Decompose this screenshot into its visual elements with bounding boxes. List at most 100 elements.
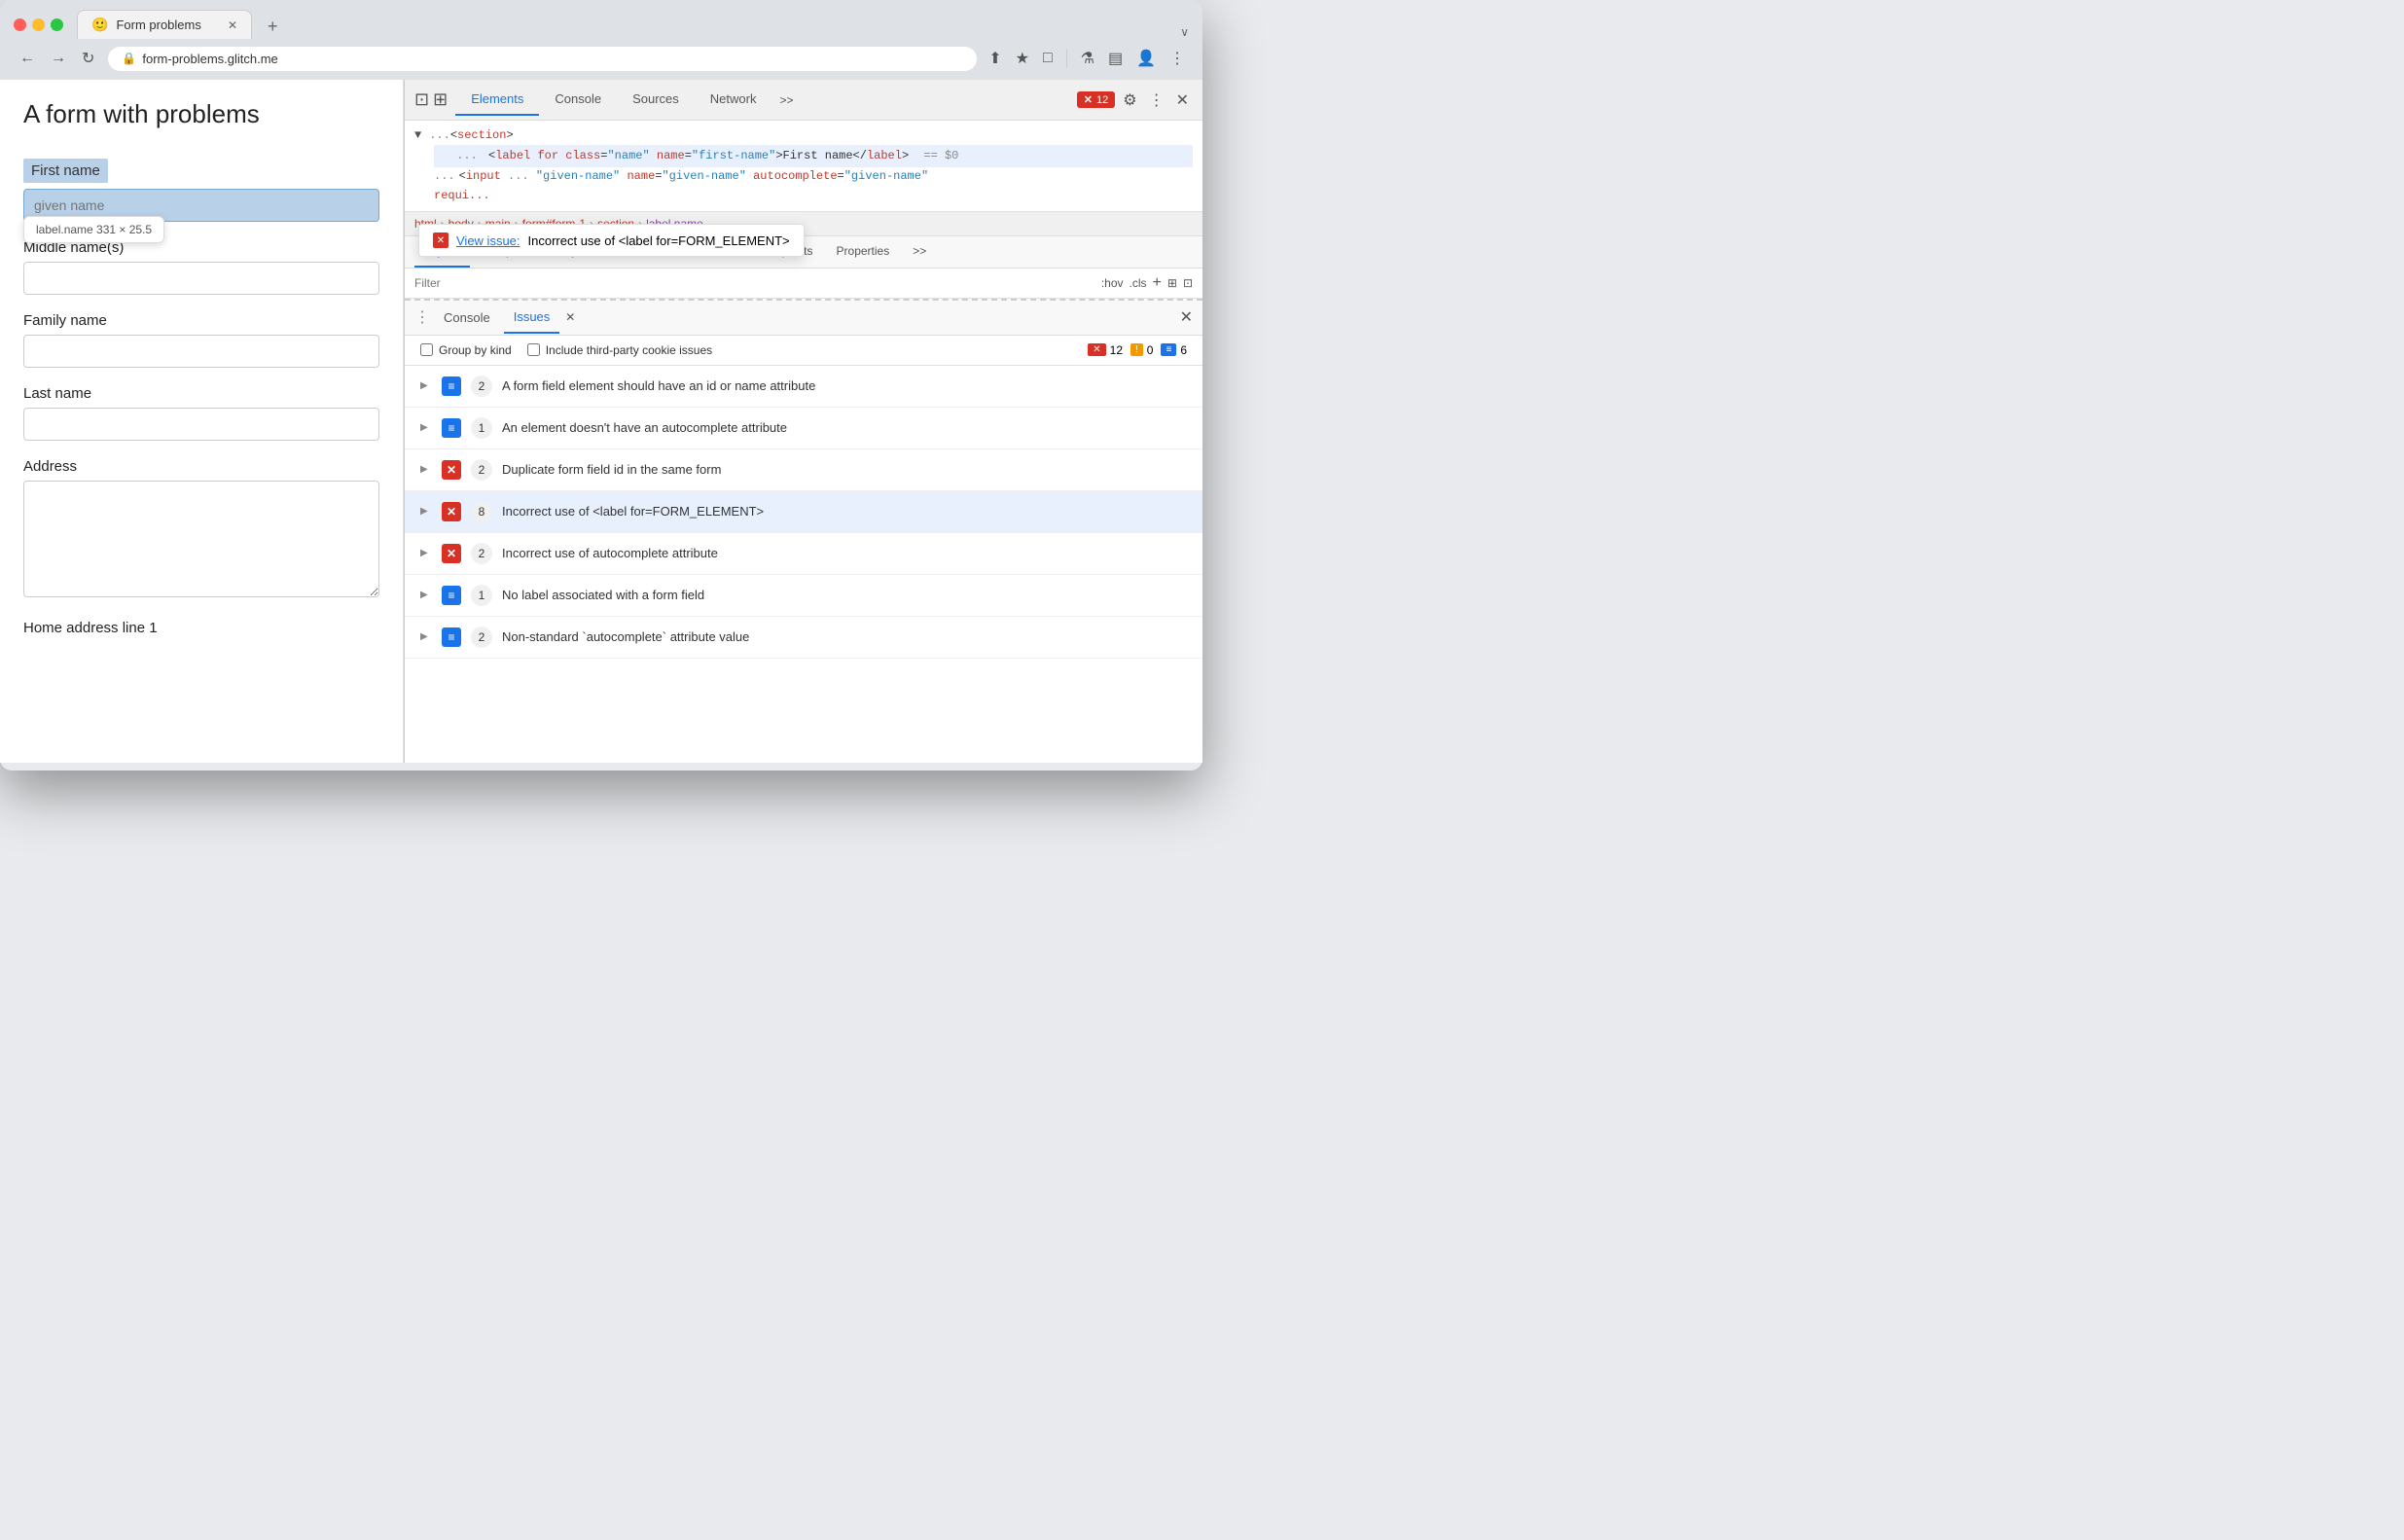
tab-expand-icon[interactable]: ∨ [1180, 25, 1189, 39]
devtools-header: ⊡ ⊞ Elements Console Sources Network >> … [405, 80, 1202, 121]
cls-filter-button[interactable]: .cls [1130, 276, 1147, 290]
issue-count-6: 1 [471, 585, 492, 606]
devtools-panel: ⊡ ⊞ Elements Console Sources Network >> … [404, 80, 1202, 763]
new-tab-button[interactable]: + [258, 17, 288, 37]
family-name-input[interactable] [23, 335, 379, 368]
issue-row-4[interactable]: ▶ ✕ 8 Incorrect use of <label for=FORM_E… [405, 491, 1202, 533]
tab-properties[interactable]: Properties [825, 236, 902, 268]
devtools-more-button[interactable]: ⋮ [1145, 87, 1168, 114]
error-count-badge: ✕ 12 [1088, 343, 1123, 357]
lab-button[interactable]: ⚗ [1077, 45, 1098, 72]
expand-icon-3[interactable]: ▶ [420, 464, 432, 475]
expand-arrow[interactable]: ▼ [414, 126, 421, 145]
ellipsis2: ... [456, 149, 478, 162]
issue-text-4: Incorrect use of <label for=FORM_ELEMENT… [502, 504, 764, 519]
styles-filter-input[interactable] [414, 276, 1094, 290]
last-name-input[interactable] [23, 408, 379, 441]
home-address-group: Home address line 1 [23, 620, 379, 636]
group-by-kind-label: Group by kind [439, 343, 512, 357]
sidebar-button[interactable]: ▤ [1104, 45, 1127, 72]
html-viewer: ▼ ... <section> ... <label for class="na… [405, 121, 1202, 212]
drag-handle[interactable]: ⋮ [414, 307, 430, 327]
issue-text-1: A form field element should have an id o… [502, 378, 815, 393]
first-name-label: First name [23, 159, 108, 183]
forward-button[interactable]: → [45, 48, 72, 69]
menu-button[interactable]: ⋮ [1166, 45, 1189, 72]
bookmark-button[interactable]: ★ [1012, 45, 1033, 72]
third-party-checkbox[interactable]: Include third-party cookie issues [527, 343, 712, 357]
issue-row-2[interactable]: ▶ ≡ 1 An element doesn't have an autocom… [405, 408, 1202, 449]
error-count-value: 12 [1110, 343, 1123, 357]
issues-panel-header: ⋮ Console Issues ✕ ✕ [405, 301, 1202, 336]
responsive-icon[interactable]: ⊞ [433, 90, 448, 110]
webpage-panel: label.name 331 × 25.5 A form with proble… [0, 80, 404, 763]
group-by-kind-checkbox[interactable]: Group by kind [420, 343, 512, 357]
extensions-button[interactable]: □ [1039, 46, 1057, 71]
lock-icon: 🔒 [122, 52, 136, 65]
expand-icon-7[interactable]: ▶ [420, 631, 432, 642]
browser-actions: ⬆ ★ □ ⚗ ▤ 👤 ⋮ [985, 45, 1189, 72]
warning-count-badge: ! 0 [1130, 343, 1153, 357]
tab-console-issues[interactable]: Console [434, 303, 500, 333]
third-party-input[interactable] [527, 343, 540, 356]
issue-row-3[interactable]: ▶ ✕ 2 Duplicate form field id in the sam… [405, 449, 1202, 491]
inline-issue-popup: ✕ View issue: Incorrect use of <label fo… [418, 224, 805, 257]
home-address-label: Home address line 1 [23, 620, 379, 636]
group-by-kind-input[interactable] [420, 343, 433, 356]
panel-close-button[interactable]: ✕ [1180, 307, 1193, 327]
devtools-close-button[interactable]: ✕ [1172, 87, 1193, 114]
first-name-group: First name [23, 159, 379, 222]
last-name-label: Last name [23, 385, 379, 402]
expand-icon-2[interactable]: ▶ [420, 422, 432, 433]
info-count-icon: ≡ [1161, 343, 1176, 356]
hov-filter-button[interactable]: :hov [1101, 276, 1124, 290]
issue-row-1[interactable]: ▶ ≡ 2 A form field element should have a… [405, 366, 1202, 408]
tab-elements[interactable]: Elements [455, 84, 539, 116]
inspect-icon[interactable]: ⊡ [414, 90, 429, 110]
tab-more-styles[interactable]: >> [901, 236, 938, 268]
nav-buttons: ← → ↻ [14, 47, 100, 70]
error-count-icon: ✕ [1088, 343, 1105, 356]
address-textarea[interactable] [23, 481, 379, 597]
issue-row-7[interactable]: ▶ ≡ 2 Non-standard `autocomplete` attrib… [405, 617, 1202, 659]
maximize-traffic-light[interactable] [51, 18, 63, 31]
close-traffic-light[interactable] [14, 18, 26, 31]
middle-name-input[interactable] [23, 262, 379, 295]
html-line-section: ▼ ... <section> [414, 126, 1193, 145]
minimize-traffic-light[interactable] [32, 18, 45, 31]
tab-close-button[interactable]: ✕ [228, 18, 237, 32]
share-button[interactable]: ⬆ [985, 45, 1005, 72]
expand-icon-5[interactable]: ▶ [420, 548, 432, 558]
tab-network[interactable]: Network [695, 84, 772, 116]
profile-button[interactable]: 👤 [1132, 45, 1160, 72]
issue-count-1: 2 [471, 376, 492, 397]
view-issue-link[interactable]: View issue: [456, 233, 520, 248]
refresh-button[interactable]: ↻ [76, 47, 100, 70]
address-input[interactable]: 🔒 form-problems.glitch.me [108, 47, 977, 71]
issue-row-6[interactable]: ▶ ≡ 1 No label associated with a form fi… [405, 575, 1202, 617]
title-bar: 🙂 Form problems ✕ + ∨ [0, 0, 1202, 39]
issues-tab-close[interactable]: ✕ [565, 310, 575, 324]
third-party-label: Include third-party cookie issues [546, 343, 712, 357]
info-count-value: 6 [1180, 343, 1187, 357]
issue-text-6: No label associated with a form field [502, 588, 704, 602]
browser-tab-active[interactable]: 🙂 Form problems ✕ [77, 10, 252, 39]
expand-icon-6[interactable]: ▶ [420, 590, 432, 600]
html-line-label[interactable]: ... <label for class="name" name="first-… [434, 145, 1193, 167]
tab-console[interactable]: Console [539, 84, 617, 116]
add-style-button[interactable]: + [1153, 274, 1162, 292]
tabs-more-button[interactable]: >> [771, 90, 801, 111]
tab-sources[interactable]: Sources [617, 84, 695, 116]
issues-panel: ⋮ Console Issues ✕ ✕ Group by kind Inclu… [405, 301, 1202, 763]
tab-issues[interactable]: Issues [504, 302, 560, 334]
tab-favicon: 🙂 [91, 17, 108, 33]
issue-count-4: 8 [471, 501, 492, 522]
copy-style-button[interactable]: ⊞ [1167, 276, 1177, 290]
expand-icon-1[interactable]: ▶ [420, 380, 432, 391]
error-count: 12 [1096, 94, 1108, 106]
issue-row-5[interactable]: ▶ ✕ 2 Incorrect use of autocomplete attr… [405, 533, 1202, 575]
more-style-button[interactable]: ⊡ [1183, 276, 1193, 290]
devtools-settings-button[interactable]: ⚙ [1119, 87, 1140, 114]
expand-icon-4[interactable]: ▶ [420, 506, 432, 517]
back-button[interactable]: ← [14, 48, 41, 69]
